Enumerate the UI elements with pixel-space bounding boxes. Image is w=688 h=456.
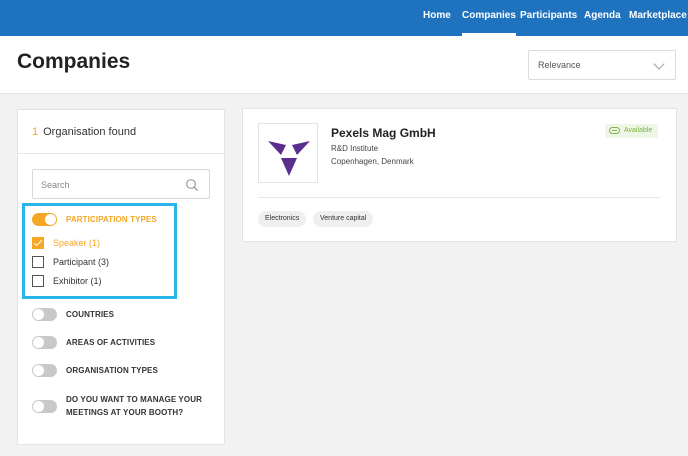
nav-companies[interactable]: Companies — [462, 0, 516, 36]
company-name[interactable]: Pexels Mag GmbH — [331, 126, 436, 140]
filter-label-areas-of-activities: AREAS OF ACTIVITIES — [66, 338, 156, 347]
availability-badge: Available — [605, 124, 659, 138]
tag-electronics[interactable]: Electronics — [258, 211, 307, 227]
tag-venture-capital[interactable]: Venture capital — [313, 211, 374, 227]
filter-label-organisation-types: ORGANISATION TYPES — [66, 366, 158, 375]
toggle-knob — [33, 365, 44, 376]
top-navigation: Home Companies Participants Agenda Marke… — [0, 0, 688, 36]
company-type: R&D Institute — [331, 144, 379, 153]
sidebar-divider — [18, 153, 224, 154]
nav-home[interactable]: Home — [423, 0, 451, 36]
toggle-areas-of-activities[interactable] — [32, 336, 57, 349]
company-location: Copenhagen, Denmark — [331, 157, 414, 166]
results-count-label: Organisation found — [43, 126, 137, 138]
filter-label-countries: COUNTRIES — [66, 310, 115, 319]
nav-participants[interactable]: Participants — [520, 0, 577, 36]
sort-select[interactable]: Relevance — [528, 50, 676, 80]
search-field[interactable] — [32, 169, 210, 199]
focus-highlight-box — [22, 203, 177, 299]
toggle-knob — [33, 309, 44, 320]
company-logo — [258, 123, 318, 183]
filter-label-manage-meetings-booth: DO YOU WANT TO MANAGE YOUR MEETINGS AT Y… — [66, 395, 202, 417]
chevron-down-icon — [653, 58, 665, 70]
page-title: Companies — [17, 50, 131, 73]
toggle-organisation-types[interactable] — [32, 364, 57, 377]
sort-selected-value: Relevance — [538, 60, 581, 70]
results-count-number: 1 — [32, 126, 39, 138]
toggle-knob — [33, 337, 44, 348]
handshake-icon — [609, 126, 620, 134]
toggle-knob — [33, 401, 44, 412]
availability-badge-label: Available — [624, 127, 653, 134]
card-divider — [258, 197, 661, 198]
search-icon[interactable] — [185, 178, 199, 192]
page-header: Companies Relevance — [0, 36, 688, 94]
results-count: 1 Organisation found — [32, 126, 136, 138]
toggle-manage-meetings-booth[interactable] — [32, 400, 57, 413]
toggle-countries[interactable] — [32, 308, 57, 321]
company-card[interactable]: Pexels Mag GmbH R&D Institute Copenhagen… — [242, 108, 677, 242]
nav-agenda[interactable]: Agenda — [584, 0, 621, 36]
nav-marketplace[interactable]: Marketplace — [629, 0, 687, 36]
triangle-logo — [268, 141, 310, 176]
search-input[interactable] — [41, 178, 181, 192]
